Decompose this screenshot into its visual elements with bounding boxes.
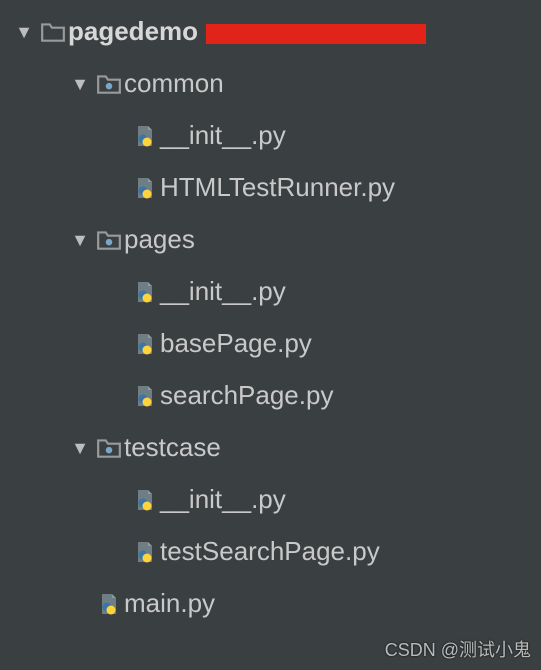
tree-node-root[interactable]: ▼ pagedemo — [10, 6, 541, 58]
tree-label: __init__.py — [160, 122, 286, 149]
tree-label: common — [124, 70, 224, 97]
package-icon — [94, 71, 124, 97]
watermark: CSDN @测试小鬼 — [385, 636, 531, 662]
tree-node-file[interactable]: basePage.py — [10, 318, 541, 370]
tree-node-folder[interactable]: ▼ testcase — [10, 422, 541, 474]
python-file-icon — [130, 124, 160, 148]
tree-node-file[interactable]: HTMLTestRunner.py — [10, 162, 541, 214]
chevron-down-icon[interactable]: ▼ — [66, 439, 94, 458]
tree-node-file[interactable]: __init__.py — [10, 110, 541, 162]
tree-node-folder[interactable]: ▼ common — [10, 58, 541, 110]
package-icon — [94, 227, 124, 253]
tree-label: __init__.py — [160, 486, 286, 513]
tree-node-file[interactable]: __init__.py — [10, 266, 541, 318]
tree-label: HTMLTestRunner.py — [160, 174, 395, 201]
python-file-icon — [130, 488, 160, 512]
tree-node-file[interactable]: testSearchPage.py — [10, 526, 541, 578]
tree-label: __init__.py — [160, 278, 286, 305]
tree-label: pagedemo — [68, 18, 198, 45]
tree-label: testSearchPage.py — [160, 538, 380, 565]
tree-node-file[interactable]: searchPage.py — [10, 370, 541, 422]
python-file-icon — [94, 592, 124, 616]
tree-label: searchPage.py — [160, 382, 333, 409]
package-icon — [94, 435, 124, 461]
tree-node-file[interactable]: main.py — [10, 578, 541, 630]
chevron-down-icon[interactable]: ▼ — [10, 23, 38, 42]
python-file-icon — [130, 332, 160, 356]
python-file-icon — [130, 176, 160, 200]
project-tree: ▼ pagedemo ▼ common __init__.py HTMLTest… — [0, 0, 541, 630]
tree-node-file[interactable]: __init__.py — [10, 474, 541, 526]
tree-label: testcase — [124, 434, 221, 461]
chevron-down-icon[interactable]: ▼ — [66, 231, 94, 250]
tree-node-folder[interactable]: ▼ pages — [10, 214, 541, 266]
tree-label: basePage.py — [160, 330, 312, 357]
chevron-down-icon[interactable]: ▼ — [66, 75, 94, 94]
folder-icon — [38, 19, 68, 45]
python-file-icon — [130, 540, 160, 564]
tree-label: main.py — [124, 590, 215, 617]
python-file-icon — [130, 280, 160, 304]
redacted-text — [206, 24, 426, 44]
tree-label: pages — [124, 226, 195, 253]
python-file-icon — [130, 384, 160, 408]
